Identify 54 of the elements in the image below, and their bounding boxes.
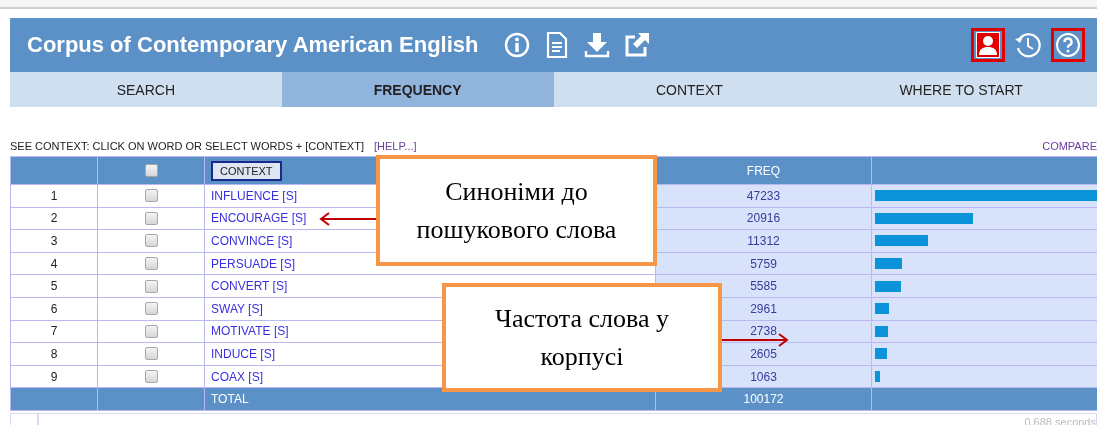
hint-text: SEE CONTEXT: CLICK ON WORD OR SELECT WORDS + [CONTEXT] bbox=[10, 140, 364, 152]
row-number: 6 bbox=[11, 297, 98, 321]
row-checkbox[interactable] bbox=[144, 189, 158, 203]
tab[interactable]: WHERE TO START bbox=[825, 72, 1097, 107]
freq-cell: 20916 bbox=[656, 207, 872, 231]
row-number: 8 bbox=[11, 343, 98, 366]
row-checkbox[interactable] bbox=[144, 211, 158, 225]
context-button[interactable]: CONTEXT bbox=[211, 160, 282, 181]
external-link-icon[interactable] bbox=[623, 31, 652, 59]
arrow bbox=[722, 333, 790, 347]
row-checkbox[interactable] bbox=[144, 347, 158, 361]
help-button[interactable] bbox=[1051, 28, 1085, 62]
row-number: 7 bbox=[11, 320, 98, 344]
word-link[interactable]: INDUCE [S] bbox=[211, 346, 275, 361]
row-number: 3 bbox=[11, 230, 98, 253]
column-header: FREQ bbox=[656, 157, 872, 185]
site-title: Corpus of Contemporary American English bbox=[27, 32, 479, 58]
arrow bbox=[318, 212, 376, 226]
document-icon[interactable] bbox=[546, 31, 569, 59]
tab[interactable]: SEARCH bbox=[10, 72, 282, 107]
row-checkbox[interactable] bbox=[144, 324, 158, 338]
tab[interactable]: FREQUENCY bbox=[281, 72, 554, 107]
word-link[interactable]: CONVERT [S] bbox=[211, 279, 288, 294]
word-link[interactable]: COAX [S] bbox=[211, 369, 263, 384]
callout-note: Частота слова у корпусі bbox=[442, 283, 722, 392]
row-checkbox[interactable] bbox=[144, 279, 158, 293]
word-link[interactable]: INFLUENCE [S] bbox=[211, 188, 297, 203]
row-number: 1 bbox=[11, 185, 98, 208]
tab[interactable]: CONTEXT bbox=[553, 72, 826, 107]
freq-cell: 5759 bbox=[656, 252, 872, 276]
total-freq: 100172 bbox=[656, 388, 872, 411]
total-label: TOTAL bbox=[205, 388, 656, 411]
row-checkbox[interactable] bbox=[144, 234, 158, 248]
info-icon[interactable] bbox=[504, 32, 531, 58]
freq-cell: 47233 bbox=[656, 185, 872, 208]
row-checkbox[interactable] bbox=[144, 257, 158, 271]
word-link[interactable]: MOTIVATE [S] bbox=[211, 324, 289, 339]
download-icon[interactable] bbox=[583, 31, 612, 59]
profile-button[interactable] bbox=[971, 28, 1005, 62]
row-number: 9 bbox=[11, 365, 98, 389]
select-all-checkbox[interactable] bbox=[144, 164, 158, 177]
word-link[interactable]: SWAY [S] bbox=[211, 301, 263, 316]
row-number: 5 bbox=[11, 275, 98, 298]
row-number: 2 bbox=[11, 207, 98, 231]
callout-note: Синоніми до пошукового слова bbox=[376, 155, 657, 266]
help-link[interactable]: [HELP...] bbox=[374, 140, 417, 152]
word-link[interactable]: CONVINCE [S] bbox=[211, 234, 293, 248]
freq-cell: 11312 bbox=[656, 230, 872, 253]
row-checkbox[interactable] bbox=[144, 370, 158, 384]
word-link[interactable]: ENCOURAGE [S] bbox=[211, 211, 307, 226]
row-checkbox[interactable] bbox=[144, 302, 158, 316]
word-link[interactable]: PERSUADE [S] bbox=[211, 256, 296, 271]
compare-link[interactable]: COMPARE bbox=[1042, 140, 1097, 152]
row-number: 4 bbox=[11, 252, 98, 276]
